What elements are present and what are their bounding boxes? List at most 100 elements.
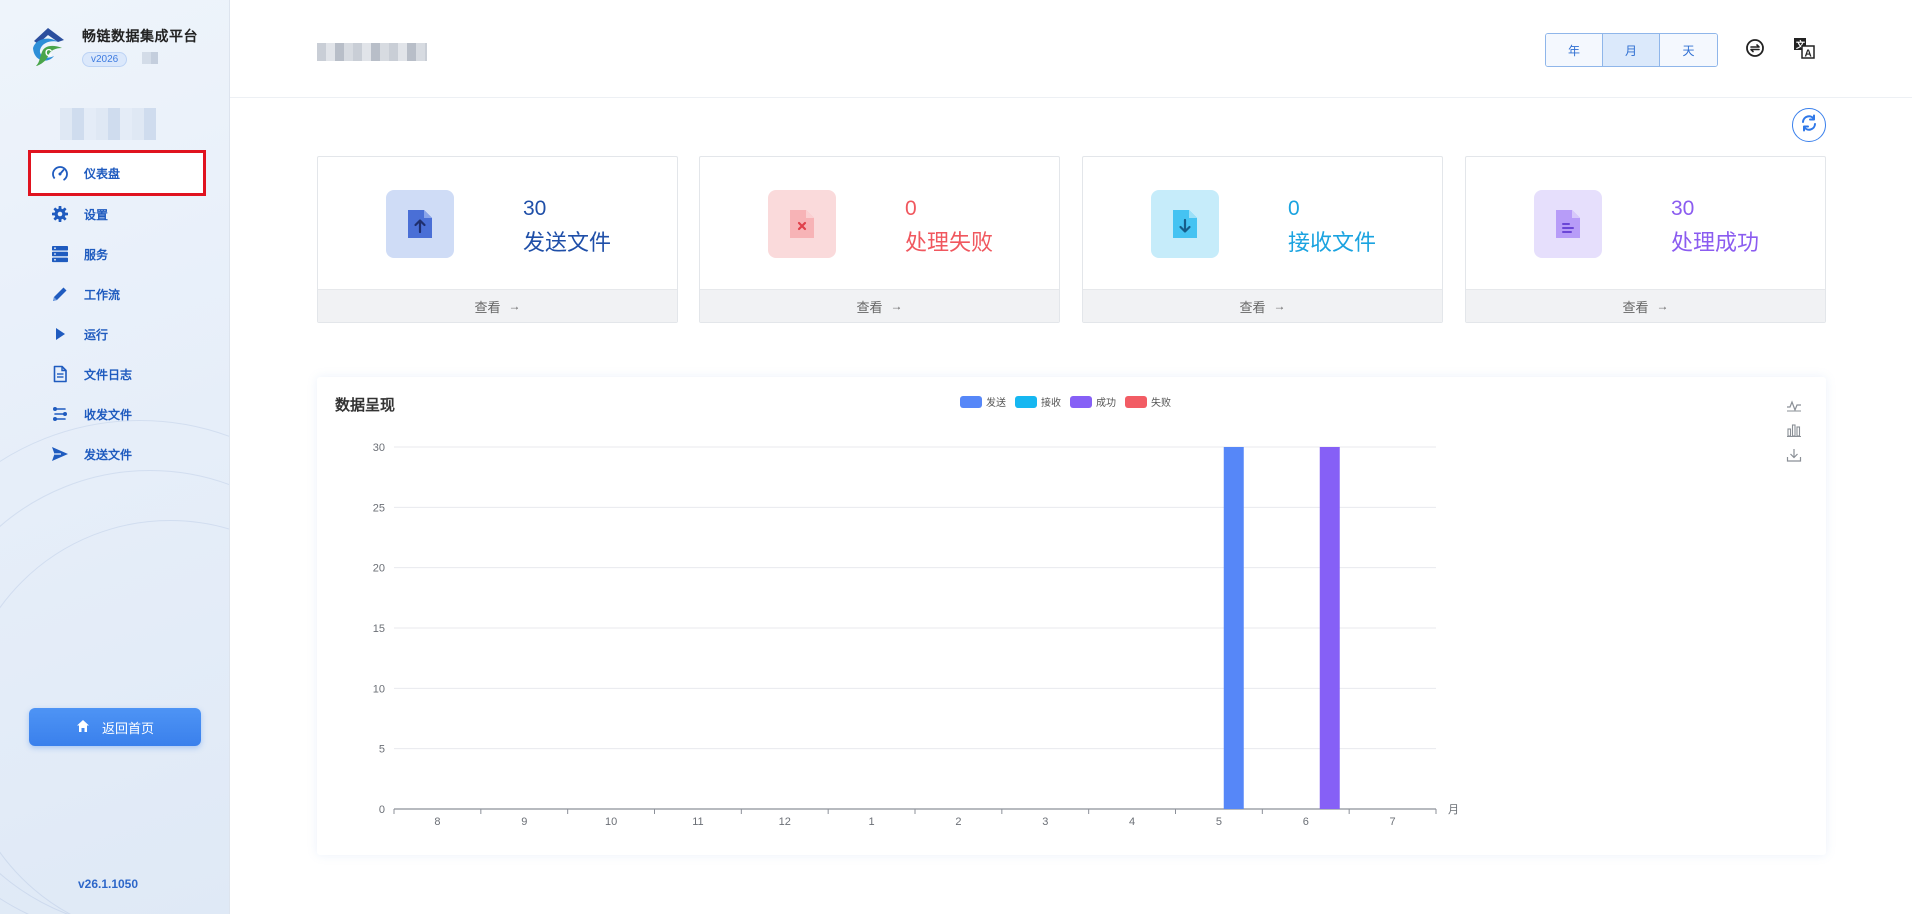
x-tick-label: 4 xyxy=(1129,816,1135,828)
sidebar-item-file-log[interactable]: 文件日志 xyxy=(30,354,204,394)
sidebar-item-services[interactable]: 服务 xyxy=(30,234,204,274)
y-tick-label: 5 xyxy=(379,744,385,756)
redacted-user xyxy=(60,108,156,140)
view-success-link[interactable]: 查看 → xyxy=(1466,289,1825,322)
sidebar-item-transfer-files[interactable]: 收发文件 xyxy=(30,394,204,434)
legend-swatch xyxy=(1015,395,1037,408)
version-badge: v2026 xyxy=(82,52,128,67)
chart-canvas: 0510152025308 9 10 11 12 1 2 3 4 5 6 7月 xyxy=(373,442,1459,828)
y-tick-label: 0 xyxy=(379,804,385,816)
stat-label: 接收文件 xyxy=(1288,230,1377,255)
arrow-right-icon: → xyxy=(890,299,903,313)
redacted-text xyxy=(141,51,158,64)
period-day-button[interactable]: 天 xyxy=(1660,34,1717,66)
sidebar-item-run[interactable]: 运行 xyxy=(30,314,204,354)
arrow-right-icon: → xyxy=(1656,299,1669,313)
sidebar-item-dashboard[interactable]: 仪表盘 xyxy=(28,150,206,196)
redacted-breadcrumb xyxy=(317,43,427,61)
stat-label: 处理失败 xyxy=(905,230,994,255)
sidebar-item-label: 设置 xyxy=(84,207,109,222)
x-tick-label: 5 xyxy=(1216,816,1222,828)
view-link-label: 查看 xyxy=(1622,299,1649,315)
legend-label: 失败 xyxy=(1151,398,1171,409)
server-icon xyxy=(50,244,70,264)
transfer-icon xyxy=(50,404,70,424)
home-icon xyxy=(76,719,90,736)
y-tick-label: 15 xyxy=(373,623,385,635)
sidebar-item-send-files[interactable]: 发送文件 xyxy=(30,434,204,474)
home-button-label: 返回首页 xyxy=(101,720,154,736)
x-tick-label: 8 xyxy=(434,816,440,828)
send-icon xyxy=(50,444,70,464)
brand-logo-icon: C xyxy=(33,28,64,66)
refresh-button[interactable] xyxy=(1792,108,1826,142)
view-link-label: 查看 xyxy=(474,299,501,315)
x-tick-label: 11 xyxy=(692,816,703,828)
stat-label: 处理成功 xyxy=(1671,230,1760,255)
play-icon xyxy=(50,324,70,344)
file-log-icon xyxy=(50,364,70,384)
stat-cards: 30 发送文件 查看 → 0 处理失败 查看 → 0 接收文件 查看 → 30 处 xyxy=(317,156,1826,324)
sidebar-item-label: 文件日志 xyxy=(84,367,133,382)
view-failed-link[interactable]: 查看 → xyxy=(700,289,1059,322)
stat-card-success: 30 处理成功 查看 → xyxy=(1465,156,1826,323)
x-tick-label: 1 xyxy=(869,816,875,828)
home-button[interactable]: 返回首页 xyxy=(29,708,201,746)
sidebar-item-label: 收发文件 xyxy=(84,407,133,422)
period-month-button[interactable]: 月 xyxy=(1603,34,1660,66)
y-tick-label: 30 xyxy=(373,442,385,454)
stat-value: 30 xyxy=(523,197,547,220)
sidebar-item-settings[interactable]: 设置 xyxy=(30,194,204,234)
download-file-icon xyxy=(1151,190,1219,258)
legend-swatch xyxy=(960,395,982,408)
download-chart-icon[interactable] xyxy=(1785,446,1803,464)
view-sent-link[interactable]: 查看 → xyxy=(318,289,677,322)
chart-title: 数据呈现 xyxy=(335,397,396,414)
sidebar-item-label: 发送文件 xyxy=(84,447,133,462)
sidebar: C 畅链数据集成平台 v2026 仪表盘 设置 服务 工作流 运行 文件日志 收… xyxy=(0,0,230,914)
legend-item-received[interactable]: 接收 xyxy=(1015,394,1061,409)
legend-label: 发送 xyxy=(986,398,1006,409)
view-received-link[interactable]: 查看 → xyxy=(1083,289,1442,322)
legend-swatch xyxy=(1125,395,1147,408)
app-root: C 畅链数据集成平台 v2026 仪表盘 设置 服务 工作流 运行 文件日志 收… xyxy=(0,0,1912,914)
sidebar-item-label: 服务 xyxy=(84,247,109,262)
stat-value: 0 xyxy=(1288,197,1300,220)
legend-swatch xyxy=(1070,395,1092,408)
view-link-label: 查看 xyxy=(856,299,883,315)
app-title: 畅链数据集成平台 xyxy=(82,28,198,44)
bar-成功 xyxy=(1319,447,1340,809)
sidebar-item-label: 工作流 xyxy=(84,287,121,302)
legend-item-failed[interactable]: 失败 xyxy=(1125,394,1171,409)
y-tick-label: 20 xyxy=(373,563,385,575)
stat-card-received: 0 接收文件 查看 → xyxy=(1082,156,1443,323)
line-chart-toggle-icon[interactable] xyxy=(1785,396,1803,414)
app-version: v26.1.1050 xyxy=(77,877,139,891)
success-file-icon xyxy=(1534,190,1602,258)
pencil-icon xyxy=(50,284,70,304)
period-switch: 年 月 天 xyxy=(1545,33,1718,67)
gear-icon xyxy=(50,204,70,224)
x-tick-label: 12 xyxy=(779,816,791,828)
legend-item-sent[interactable]: 发送 xyxy=(960,394,1006,409)
bar-chart-toggle-icon[interactable] xyxy=(1785,421,1803,439)
view-link-label: 查看 xyxy=(1239,299,1266,315)
x-axis-label: 月 xyxy=(1448,804,1459,816)
svg-text:C: C xyxy=(45,48,52,59)
legend-label: 成功 xyxy=(1096,398,1116,409)
x-tick-label: 7 xyxy=(1390,816,1396,828)
stat-label: 发送文件 xyxy=(523,230,612,255)
y-tick-label: 25 xyxy=(373,502,385,514)
translate-icon[interactable]: 文A xyxy=(1792,36,1816,60)
top-header: 年 月 天 文A xyxy=(230,0,1912,98)
chart-legend: 发送 接收 成功 失败 xyxy=(960,394,1180,409)
sync-icon[interactable] xyxy=(1743,36,1767,60)
period-year-button[interactable]: 年 xyxy=(1546,34,1603,66)
arrow-right-icon: → xyxy=(508,299,521,313)
legend-item-success[interactable]: 成功 xyxy=(1070,394,1116,409)
chart-panel: 0 5 10 15 20 25 30 8 9 10 11 12 1 2 3 4 5 6 7 月 数据呈现 发送 接收 … xyxy=(317,377,1826,855)
arrow-right-icon: → xyxy=(1273,299,1286,313)
stat-value: 0 xyxy=(905,197,917,220)
error-file-icon xyxy=(768,190,836,258)
sidebar-item-workflow[interactable]: 工作流 xyxy=(30,274,204,314)
